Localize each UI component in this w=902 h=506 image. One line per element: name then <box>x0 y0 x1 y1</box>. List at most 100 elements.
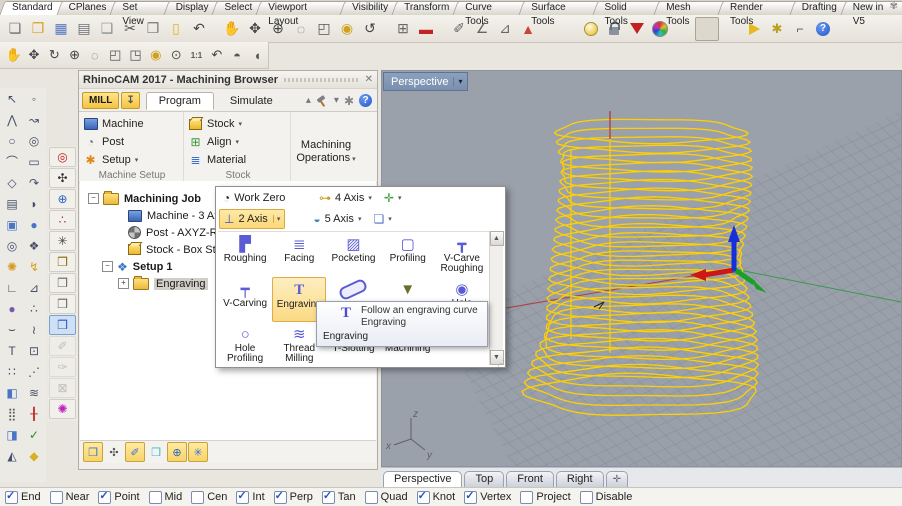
array-tool-icon[interactable]: ∷ <box>1 361 23 382</box>
osnap-checkbox-mid[interactable] <box>148 490 162 504</box>
menu-tab-cplanes[interactable]: CPlanes <box>59 1 117 15</box>
post-globe-icon[interactable]: ⊕ <box>49 189 76 209</box>
print-icon[interactable]: ▤ <box>73 18 95 40</box>
metaball-tool-icon[interactable]: ● <box>1 298 23 319</box>
select-tool-icon[interactable]: ↖ <box>1 88 23 109</box>
menu-tab-drafting[interactable]: Drafting <box>792 1 847 15</box>
ellipse-tool-icon[interactable]: ◎ <box>23 130 45 151</box>
scroll-up-icon[interactable]: ▲ <box>489 231 504 246</box>
axis5-button[interactable]: ◒ 5 Axis ▾ <box>309 210 365 228</box>
walkabout-icon[interactable]: ◖ <box>248 45 267 65</box>
mill-tool-icon[interactable]: ↧ <box>121 92 140 109</box>
osnap-mid[interactable]: Mid <box>148 490 182 504</box>
tree-expand-icon[interactable]: − <box>88 193 99 204</box>
rectangle-tool-icon[interactable]: ▭ <box>23 151 45 172</box>
chevron-down-icon[interactable]: ▾ <box>334 95 339 106</box>
osnap-near[interactable]: Near <box>49 490 89 504</box>
hatch-tool-icon[interactable]: ≋ <box>23 382 45 403</box>
op-pocketing[interactable]: ▨ Pocketing <box>326 232 380 277</box>
machine-tool-icon[interactable]: ✣ <box>49 168 76 188</box>
osnap-checkbox-near[interactable] <box>49 490 63 504</box>
stock-cylinder-icon[interactable]: ❒ <box>49 273 76 293</box>
orbit-icon[interactable]: ◓ <box>227 45 246 65</box>
help-icon[interactable]: ? <box>359 94 372 107</box>
osnap-checkbox-end[interactable] <box>5 489 18 504</box>
rotate-cw-icon[interactable]: ↻ <box>45 45 64 65</box>
op-v-carving[interactable]: ┯ V-Carving <box>218 277 272 322</box>
work-zero-axes-icon[interactable]: ✳ <box>49 231 76 251</box>
no-stock-icon[interactable]: ⊠ <box>49 378 76 398</box>
zoom-window2-icon[interactable]: ◰ <box>106 45 125 65</box>
cone-icon[interactable] <box>626 18 648 40</box>
zoom-1to1-icon[interactable]: 1:1 <box>187 45 206 65</box>
mill-module-button[interactable]: MILL <box>82 92 120 109</box>
machining-operations-button[interactable]: Machining Operations ▾ <box>296 139 355 166</box>
polysurface-tool-icon[interactable]: ❖ <box>23 235 45 256</box>
viewport-title-chip[interactable]: Perspective ▾ <box>383 72 468 91</box>
polyline-tool-icon[interactable]: ⋀ <box>1 109 23 130</box>
osnap-disable[interactable]: Disable <box>579 490 632 504</box>
menu-tab-standard[interactable]: Standard <box>2 1 63 15</box>
gears-icon[interactable]: ✱ <box>766 18 788 40</box>
pan-icon[interactable]: ✋ <box>221 18 243 40</box>
osnap-point[interactable]: Point <box>98 489 140 504</box>
paste-icon[interactable]: ▯ <box>165 18 187 40</box>
flyout-scrollbar[interactable]: ▲ ▼ <box>489 231 504 365</box>
osnap-quad[interactable]: Quad <box>364 490 408 504</box>
torus-tool-icon[interactable]: ◎ <box>1 235 23 256</box>
point-cloud-icon[interactable]: ∴ <box>23 298 45 319</box>
polygon-tool-icon[interactable]: ◇ <box>1 172 23 193</box>
menu-tab-display[interactable]: Display <box>166 1 219 15</box>
viewport-tab-perspective[interactable]: Perspective <box>383 471 463 487</box>
operations-tree-icon[interactable]: ∴ <box>49 210 76 230</box>
panel-drag-handle[interactable] <box>283 77 359 82</box>
box-tool-icon[interactable]: ▣ <box>1 214 23 235</box>
rotate-camera-icon[interactable]: ✥ <box>24 45 43 65</box>
move-icon[interactable]: ✥ <box>244 18 266 40</box>
stock-box-icon[interactable]: ❒ <box>49 252 76 272</box>
osnap-vertex[interactable]: Vertex <box>464 489 511 504</box>
tree-expand-icon[interactable]: − <box>102 261 113 272</box>
curve-tool-icon[interactable]: ↝ <box>23 109 45 130</box>
tool-holder-icon[interactable]: ✐ <box>49 336 76 356</box>
osnap-checkbox-point[interactable] <box>98 489 112 504</box>
cutting-tool-icon[interactable]: ✑ <box>49 357 76 377</box>
freeform-tool-icon[interactable]: ↷ <box>23 172 45 193</box>
material-button[interactable]: ≣ Material <box>188 151 288 169</box>
arc-tool-icon[interactable]: ⌒ <box>1 151 23 172</box>
viewport-pan-tab-icon[interactable]: ✛ <box>605 471 628 487</box>
pan-view-icon[interactable]: ✋ <box>4 45 23 65</box>
analyze-icon[interactable]: ⊿ <box>494 18 516 40</box>
zoom-plus-icon[interactable]: ⊕ <box>65 45 84 65</box>
op-hole-profiling[interactable]: ○ Hole Profiling <box>218 322 272 367</box>
sphere-tool-icon[interactable]: ● <box>23 214 45 235</box>
menu-tab-transform[interactable]: Transform <box>394 1 459 15</box>
viewport-tab-front[interactable]: Front <box>506 471 554 487</box>
stock-part-icon[interactable]: ❒ <box>49 294 76 314</box>
toggle-toolpath-display[interactable]: ✐ <box>125 442 145 462</box>
osnap-perp[interactable]: Perp <box>273 489 313 504</box>
simulate-stock-icon[interactable]: ❒ <box>49 315 76 335</box>
toggle-axes-display[interactable]: ✳ <box>188 442 208 462</box>
point-tool-icon[interactable]: ◦ <box>23 88 45 109</box>
lightning-icon[interactable]: ↯ <box>23 256 45 277</box>
osnap-knot[interactable]: Knot <box>416 489 455 504</box>
curve-edit-icon[interactable]: ≀ <box>23 319 45 340</box>
zoom-selected2-icon[interactable]: ◉ <box>146 45 165 65</box>
toggle-world-cs[interactable]: ⊕ <box>167 442 187 462</box>
hammer-icon[interactable] <box>316 95 329 107</box>
menu-tab-set-view[interactable]: Set View <box>112 1 169 27</box>
viewport-tab-right[interactable]: Right <box>555 471 604 487</box>
osnap-checkbox-int[interactable] <box>236 489 250 504</box>
save-icon[interactable]: ▦ <box>50 18 72 40</box>
tab-simulate[interactable]: Simulate <box>218 93 285 109</box>
axis4-button[interactable]: ⊶ 4 Axis ▾ <box>315 189 376 207</box>
chamfer-tool-icon[interactable]: ⊿ <box>23 277 45 298</box>
open-folder-icon[interactable]: ❐ <box>27 18 49 40</box>
osnap-tan[interactable]: Tan <box>321 489 356 504</box>
export-icon[interactable]: ❑ <box>96 18 118 40</box>
misc-ops-button-2[interactable]: ❏ ▾ <box>369 210 395 228</box>
op-v-carve-roughing[interactable]: ┳ V-Carve Roughing <box>435 232 489 277</box>
machine-button[interactable]: Machine <box>83 115 181 133</box>
zoom-dynamic2-icon[interactable]: ◌ <box>85 45 104 65</box>
